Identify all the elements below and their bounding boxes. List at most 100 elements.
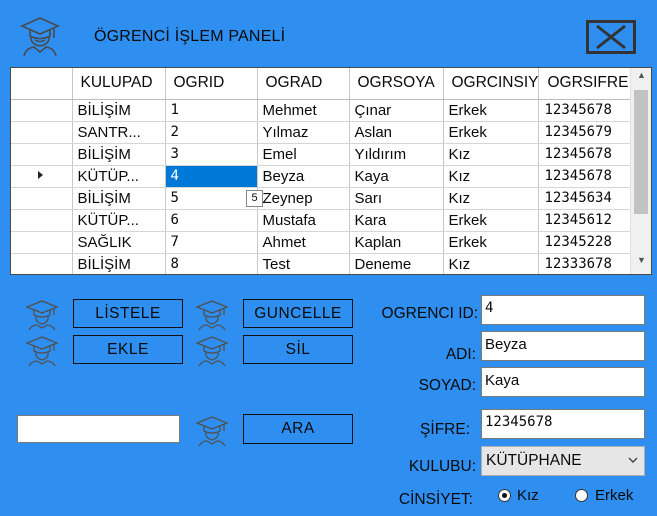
table-cell[interactable]: 12345678 — [538, 143, 636, 166]
table-cell[interactable]: Yıldırım — [349, 143, 444, 166]
row-header[interactable] — [11, 143, 73, 166]
club-select-value: KÜTÜPHANE — [486, 452, 582, 469]
graduation-cap-icon — [194, 334, 230, 367]
table-cell[interactable]: Kız — [443, 253, 540, 274]
table-cell[interactable]: 3 — [165, 143, 258, 166]
table-cell[interactable]: Sarı — [349, 187, 444, 210]
table-cell[interactable]: 5 — [165, 187, 258, 210]
table-cell[interactable]: 1 — [165, 99, 258, 122]
table-cell[interactable]: 2 — [165, 121, 258, 144]
grid-header-row: KULUPAD OGRID OGRAD OGRSOYA OGRCINSIY OG… — [11, 68, 636, 100]
table-cell[interactable]: KÜTÜP... — [72, 209, 166, 232]
table-row[interactable]: SAĞLIK 7 Ahmet Kaplan Erkek 12345228 — [11, 231, 636, 254]
table-row[interactable]: BİLİŞİM 8 Test Deneme Kız 12333678 — [11, 253, 636, 274]
row-header[interactable] — [11, 209, 73, 232]
row-header[interactable] — [11, 99, 73, 122]
table-cell[interactable]: Zeynep — [257, 187, 350, 210]
table-cell[interactable]: 12345678 — [538, 165, 636, 188]
column-header[interactable]: OGRAD — [257, 68, 350, 100]
table-cell[interactable]: 7 — [165, 231, 258, 254]
graduate-icon — [18, 14, 62, 58]
table-cell[interactable]: SANTR... — [72, 121, 166, 144]
current-row-marker[interactable] — [11, 165, 73, 188]
scroll-down-icon[interactable]: ▼ — [631, 255, 651, 271]
table-cell[interactable]: Erkek — [443, 99, 540, 122]
table-cell[interactable]: Emel — [257, 143, 350, 166]
row-header[interactable] — [11, 231, 73, 254]
search-input[interactable] — [17, 415, 180, 443]
table-cell[interactable]: Beyza — [257, 165, 350, 188]
table-cell[interactable]: BİLİŞİM — [72, 143, 166, 166]
ekle-button[interactable]: EKLE — [73, 335, 183, 364]
close-button[interactable] — [586, 20, 636, 54]
table-cell[interactable]: Ahmet — [257, 231, 350, 254]
listele-button[interactable]: LİSTELE — [73, 299, 183, 328]
table-cell[interactable]: SAĞLIK — [72, 231, 166, 254]
table-row[interactable]: BİLİŞİM 1 Mehmet Çınar Erkek 12345678 — [11, 99, 636, 122]
table-cell[interactable]: Kaplan — [349, 231, 444, 254]
table-cell[interactable]: Mustafa — [257, 209, 350, 232]
table-cell[interactable]: BİLİŞİM — [72, 187, 166, 210]
table-cell[interactable]: Mehmet — [257, 99, 350, 122]
table-cell[interactable]: 12333678 — [538, 253, 636, 274]
vertical-scrollbar[interactable]: ▲ ▼ — [630, 68, 651, 274]
table-cell[interactable]: 6 — [165, 209, 258, 232]
scroll-up-icon[interactable]: ▲ — [631, 70, 651, 86]
row-header[interactable] — [11, 121, 73, 144]
row-pointer-icon — [38, 171, 44, 179]
students-grid[interactable]: KULUPAD OGRID OGRAD OGRSOYA OGRCINSIY OG… — [10, 67, 652, 275]
student-id-label: OGRENCI ID: — [381, 305, 478, 322]
surname-label: SOYAD: — [418, 377, 476, 394]
selected-cell[interactable]: 4 — [165, 165, 258, 188]
table-cell[interactable]: Kız — [443, 143, 540, 166]
column-header[interactable]: OGRSOYA — [349, 68, 444, 100]
table-cell[interactable]: 12345678 — [538, 99, 636, 122]
table-cell[interactable]: Aslan — [349, 121, 444, 144]
column-header[interactable]: KULUPAD — [72, 68, 166, 100]
table-cell[interactable]: Erkek — [443, 121, 540, 144]
table-cell[interactable]: Yılmaz — [257, 121, 350, 144]
password-field[interactable]: 12345678 — [481, 409, 645, 439]
table-cell[interactable]: 12345612 — [538, 209, 636, 232]
club-label: KULUBU: — [408, 458, 476, 475]
gender-erkek-radio[interactable] — [575, 489, 588, 502]
table-cell[interactable]: Çınar — [349, 99, 444, 122]
table-row[interactable]: SANTR... 2 Yılmaz Aslan Erkek 12345679 — [11, 121, 636, 144]
table-cell[interactable]: BİLİŞİM — [72, 253, 166, 274]
scroll-thumb[interactable] — [634, 90, 648, 214]
graduation-cap-icon — [24, 334, 60, 367]
row-header[interactable] — [11, 187, 73, 210]
table-cell[interactable]: Kız — [443, 187, 540, 210]
table-cell[interactable]: 12345679 — [538, 121, 636, 144]
ara-button[interactable]: ARA — [243, 414, 353, 444]
surname-field[interactable]: Kaya — [481, 367, 645, 397]
table-row[interactable]: KÜTÜP... 6 Mustafa Kara Erkek 12345612 — [11, 209, 636, 232]
table-cell[interactable]: Deneme — [349, 253, 444, 274]
row-header[interactable] — [11, 253, 73, 274]
table-cell[interactable]: BİLİŞİM — [72, 99, 166, 122]
graduation-cap-icon — [194, 298, 230, 331]
table-cell[interactable]: Kaya — [349, 165, 444, 188]
table-cell[interactable]: Kara — [349, 209, 444, 232]
table-cell[interactable]: 12345228 — [538, 231, 636, 254]
sil-button[interactable]: SİL — [243, 335, 353, 364]
table-cell[interactable]: KÜTÜP... — [72, 165, 166, 188]
name-field[interactable]: Beyza — [481, 331, 645, 361]
table-cell[interactable]: Test — [257, 253, 350, 274]
column-header[interactable]: OGRID — [165, 68, 258, 100]
table-cell[interactable]: 8 — [165, 253, 258, 274]
club-select[interactable]: KÜTÜPHANE — [481, 446, 645, 476]
gender-kiz-radio[interactable] — [498, 489, 511, 502]
column-header[interactable]: OGRCINSIY — [443, 68, 540, 100]
table-cell[interactable]: Erkek — [443, 209, 540, 232]
table-row[interactable]: BİLİŞİM 5 Zeynep Sarı Kız 12345634 — [11, 187, 636, 210]
gender-label: CİNSİYET: — [398, 491, 473, 508]
table-cell[interactable]: Kız — [443, 165, 540, 188]
table-row[interactable]: BİLİŞİM 3 Emel Yıldırım Kız 12345678 — [11, 143, 636, 166]
student-id-field[interactable]: 4 — [481, 295, 645, 325]
table-cell[interactable]: 12345634 — [538, 187, 636, 210]
table-cell[interactable]: Erkek — [443, 231, 540, 254]
table-row-current[interactable]: KÜTÜP... 4 Beyza Kaya Kız 12345678 — [11, 165, 636, 188]
column-header[interactable]: OGRSIFRE — [538, 68, 636, 100]
guncelle-button[interactable]: GUNCELLE — [243, 299, 353, 328]
